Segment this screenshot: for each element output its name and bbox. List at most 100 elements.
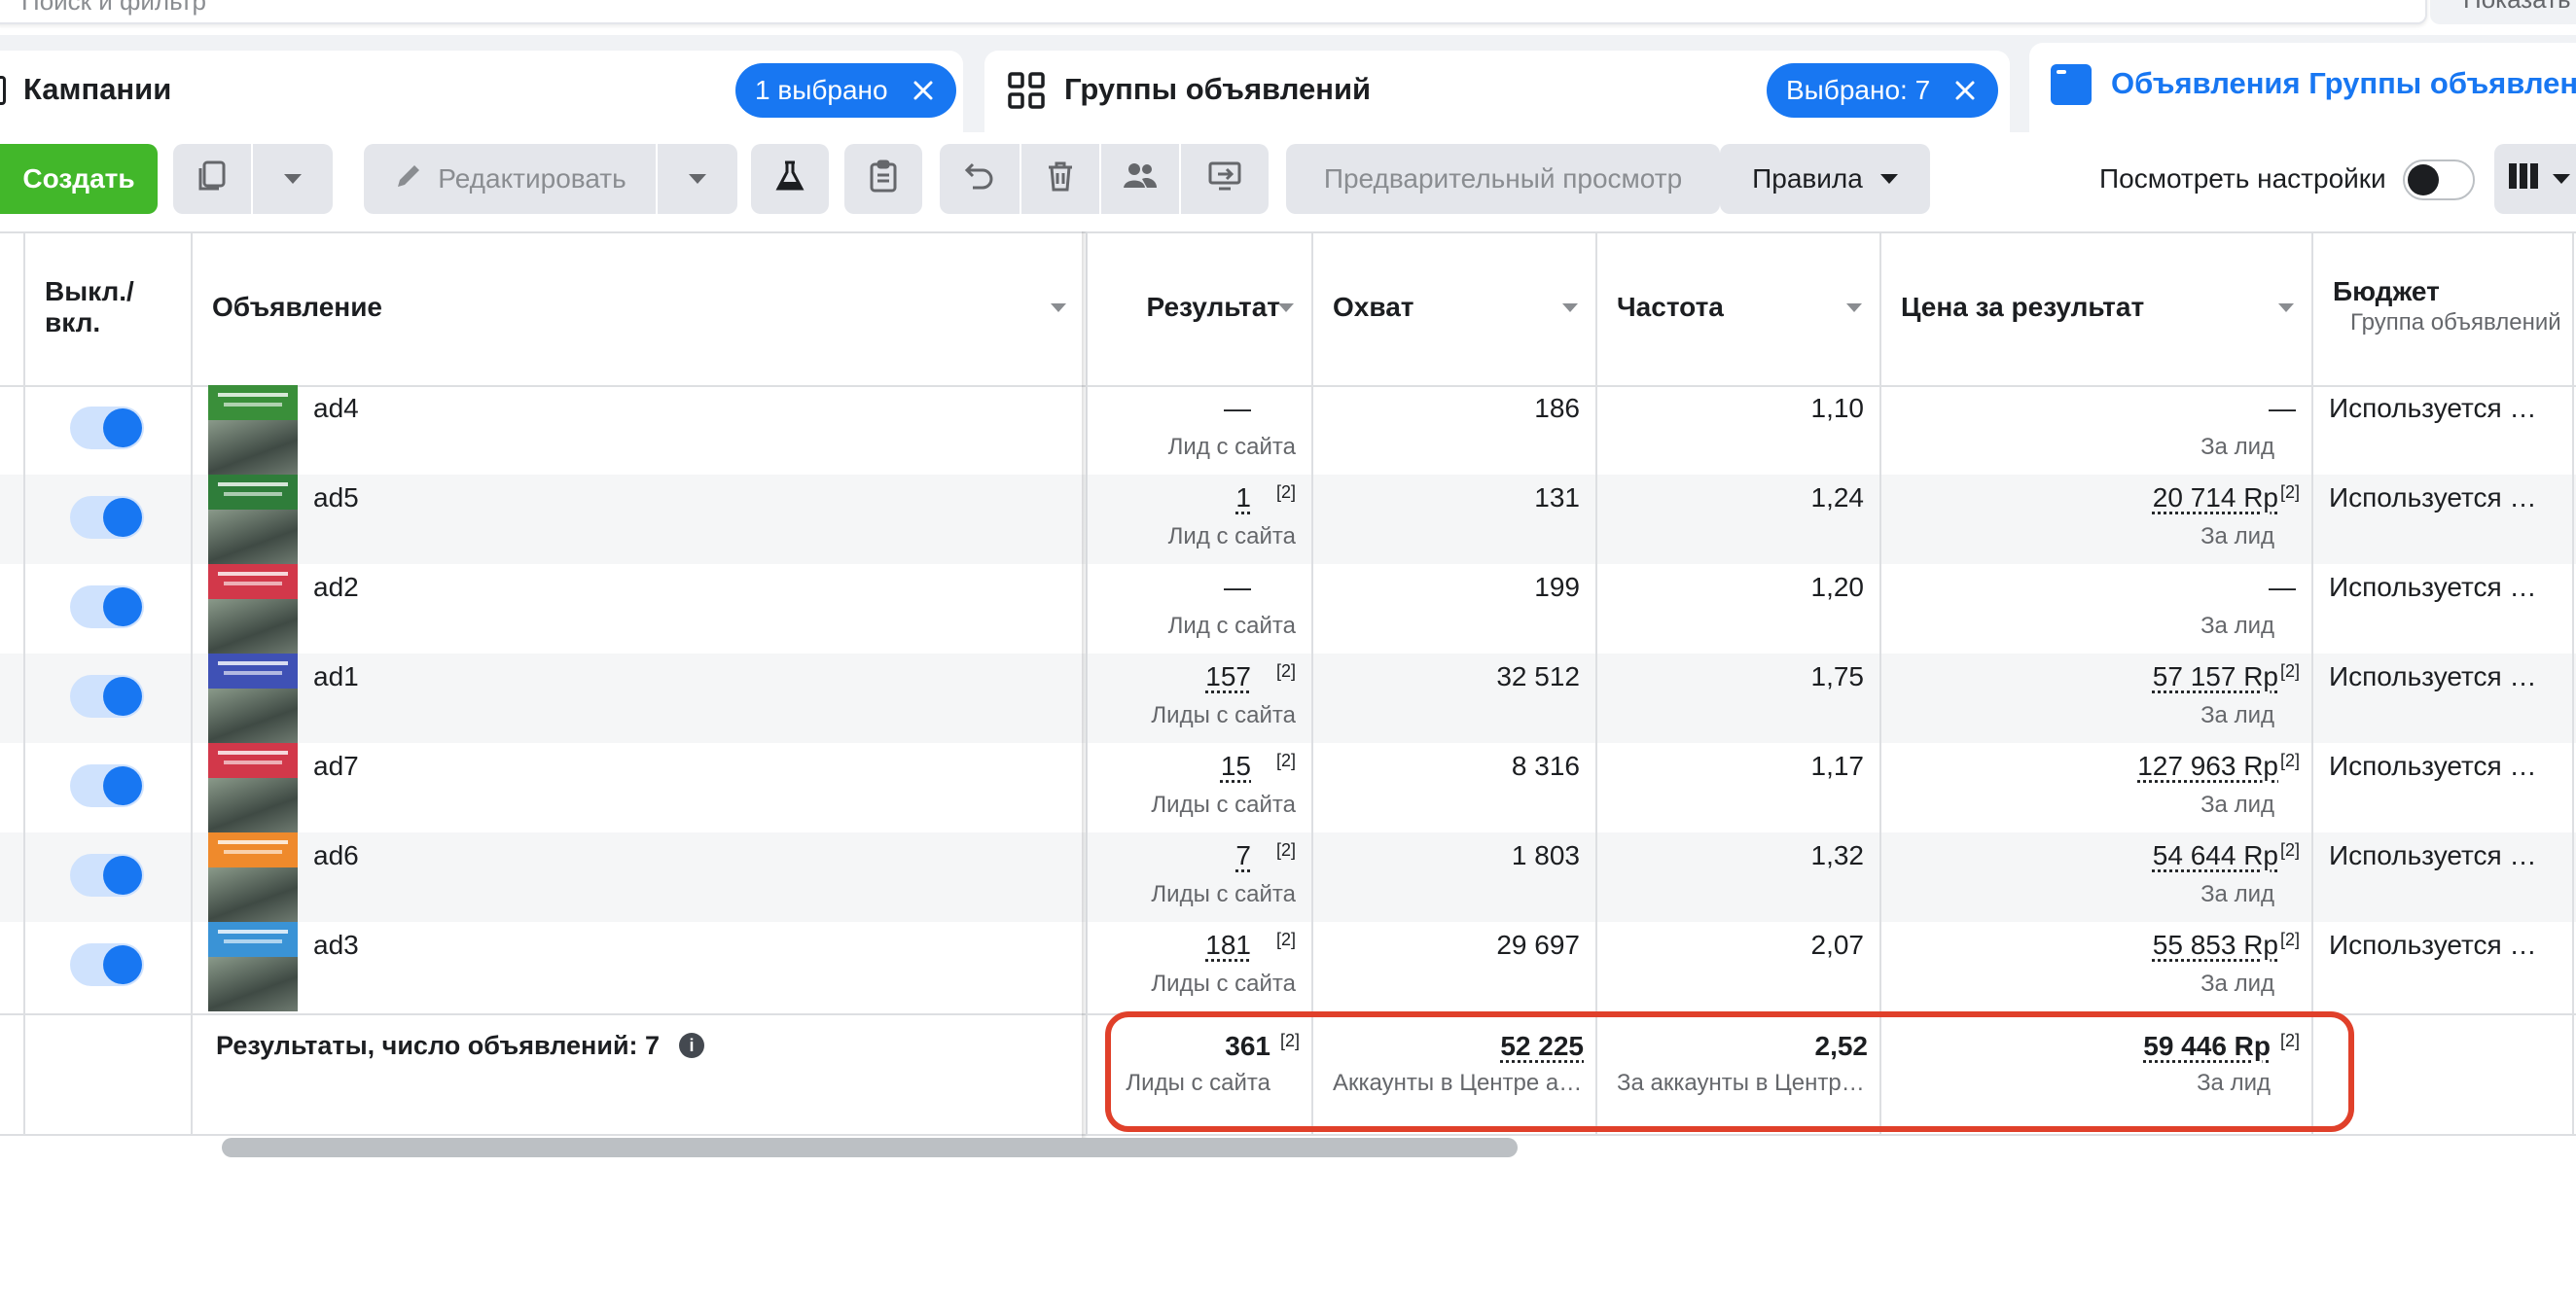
close-icon[interactable]	[906, 63, 941, 118]
ad-name[interactable]: ad3	[313, 930, 359, 961]
header-reach[interactable]: Охват	[1333, 292, 1413, 323]
cost-sub: За лид	[2200, 971, 2274, 998]
sort-icon[interactable]	[1846, 303, 1862, 312]
ad-thumbnail[interactable]	[208, 654, 298, 743]
ad-name[interactable]: ad2	[313, 572, 359, 603]
ad-status-toggle[interactable]	[70, 407, 144, 449]
budget-value: Используется бюджет группы объявлений	[2329, 482, 2548, 513]
adsets-selected-count: Выбрано: 7	[1786, 75, 1930, 105]
pencil-icon	[393, 160, 424, 198]
columns-button[interactable]	[2494, 144, 2576, 214]
ad-status-toggle[interactable]	[70, 854, 144, 897]
ab-test-button[interactable]	[751, 144, 829, 214]
ad-thumbnail[interactable]	[208, 832, 298, 922]
budget-value: Используется бюджет группы объявлений	[2329, 661, 2548, 692]
cost-value[interactable]: 54 644 Rp	[2153, 840, 2278, 871]
cost-value: —	[2269, 572, 2296, 603]
close-icon[interactable]	[1948, 63, 1983, 118]
result-value[interactable]: 7	[1235, 840, 1251, 871]
tab-adsets[interactable]: Группы объявлений Выбрано: 7	[984, 51, 2010, 132]
toggle-knob	[103, 766, 142, 805]
rules-button[interactable]: Правила	[1720, 144, 1930, 214]
cost-value[interactable]: 127 963 Rp	[2137, 751, 2278, 782]
toggle-knob	[103, 856, 142, 895]
duplicate-dropdown[interactable]	[253, 144, 333, 214]
cost-value: —	[2269, 393, 2296, 424]
header-frequency[interactable]: Частота	[1617, 292, 1724, 323]
cost-value[interactable]: 20 714 Rp	[2153, 482, 2278, 513]
sort-icon[interactable]	[2278, 303, 2294, 312]
screen-share-icon	[1207, 160, 1242, 198]
budget-value: Используется бюджет группы объявлений	[2329, 393, 2548, 424]
frequency-value: 1,32	[1811, 840, 1865, 871]
search-placeholder: Поиск и фильтр	[21, 0, 206, 17]
cost-value[interactable]: 55 853 Rp	[2153, 930, 2278, 961]
sort-icon[interactable]	[1562, 303, 1578, 312]
horizontal-scrollbar[interactable]	[222, 1138, 1518, 1157]
thumbnail-text-lines	[224, 582, 282, 585]
checkbox-icon[interactable]	[0, 76, 6, 105]
ad-name[interactable]: ad1	[313, 661, 359, 692]
thumbnail-photo	[208, 957, 298, 1011]
ad-thumbnail[interactable]	[208, 564, 298, 654]
undo-button[interactable]	[940, 144, 1020, 214]
frequency-value: 1,75	[1811, 661, 1865, 692]
header-result-clip: Результат	[1088, 292, 1292, 331]
ad-thumbnail[interactable]	[208, 743, 298, 832]
delete-button[interactable]	[1021, 144, 1099, 214]
preview-button[interactable]: Предварительный просмотр	[1286, 144, 1720, 214]
chevron-down-icon	[2553, 174, 2570, 184]
ad-status-toggle[interactable]	[70, 764, 144, 807]
thumbnail-photo	[208, 867, 298, 922]
thumbnail-text-lines	[218, 930, 288, 934]
campaigns-selected-badge[interactable]: 1 выбрано	[735, 63, 956, 118]
adsets-selected-badge[interactable]: Выбрано: 7	[1767, 63, 1998, 118]
ad-status-toggle[interactable]	[70, 943, 144, 986]
ad-thumbnail[interactable]	[208, 385, 298, 475]
result-sub: Лид с сайта	[1168, 523, 1296, 550]
thumbnail-text-lines	[224, 939, 282, 943]
result-value[interactable]: 15	[1221, 751, 1251, 782]
result-sub: Лиды с сайта	[1151, 971, 1296, 998]
audience-button[interactable]	[1101, 144, 1179, 214]
divider	[0, 385, 2576, 387]
budget-value: Используется бюджет группы объявлений	[2329, 840, 2548, 871]
header-budget[interactable]: Бюджет	[2333, 276, 2440, 307]
edit-button[interactable]: Редактировать	[364, 144, 656, 214]
header-ad[interactable]: Объявление	[212, 292, 382, 323]
ad-name[interactable]: ad7	[313, 751, 359, 782]
result-value[interactable]: 157	[1205, 661, 1251, 692]
ad-thumbnail[interactable]	[208, 922, 298, 1011]
show-button[interactable]: Показать	[2430, 0, 2576, 24]
result-note: [2]	[1276, 482, 1296, 503]
sort-icon[interactable]	[1278, 303, 1294, 312]
ad-status-toggle[interactable]	[70, 585, 144, 628]
edit-dropdown[interactable]	[658, 144, 737, 214]
thumbnail-text-lines	[224, 761, 282, 764]
info-icon[interactable]: i	[679, 1033, 704, 1058]
result-value[interactable]: 1	[1235, 482, 1251, 513]
sort-icon[interactable]	[1051, 303, 1066, 312]
header-result[interactable]: Результат	[1146, 292, 1280, 323]
ad-status-toggle[interactable]	[70, 496, 144, 539]
tab-ads[interactable]: Объявления Группы объявлений	[2029, 43, 2576, 132]
duplicate-button[interactable]	[173, 144, 251, 214]
clipboard-button[interactable]	[844, 144, 922, 214]
ad-name[interactable]: ad5	[313, 482, 359, 513]
cost-value[interactable]: 57 157 Rp	[2153, 661, 2278, 692]
result-value[interactable]: 181	[1205, 930, 1251, 961]
ad-thumbnail[interactable]	[208, 475, 298, 564]
create-button[interactable]: Создать	[0, 144, 158, 214]
ad-status-toggle[interactable]	[70, 675, 144, 718]
tab-campaigns[interactable]: Кампании 1 выбрано	[0, 51, 963, 132]
frequency-value: 2,07	[1811, 930, 1865, 961]
ad-name[interactable]: ad4	[313, 393, 359, 424]
ad-name[interactable]: ad6	[313, 840, 359, 871]
view-settings-toggle[interactable]	[2403, 159, 2475, 200]
preview-ad-button[interactable]	[1181, 144, 1269, 214]
thumbnail-text-lines	[218, 751, 288, 755]
thumbnail-text-lines	[224, 492, 282, 496]
header-cost[interactable]: Цена за результат	[1901, 292, 2144, 323]
search-filter-input[interactable]: Поиск и фильтр	[0, 0, 2427, 24]
divider	[1311, 231, 1313, 1136]
